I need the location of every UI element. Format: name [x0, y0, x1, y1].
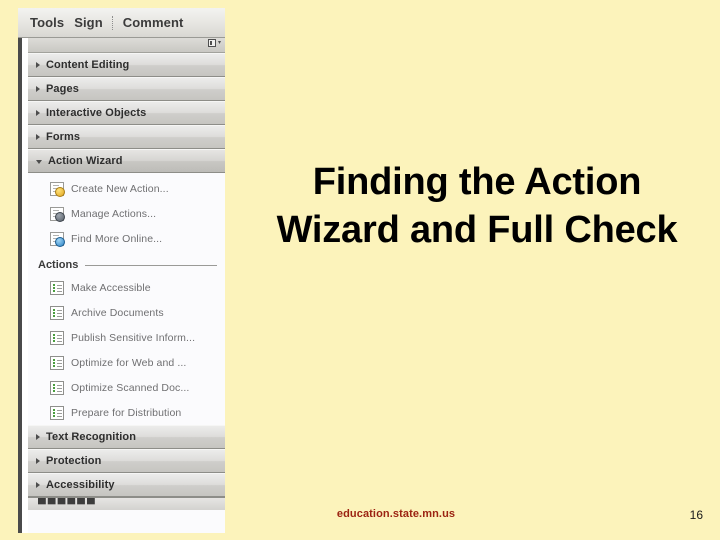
panel-category-label: Pages	[46, 83, 79, 95]
panel-category-label: Accessibility	[46, 479, 115, 491]
chevron-right-icon	[36, 110, 40, 116]
acrobat-menubar: Tools Sign Comment	[18, 8, 225, 38]
panel-options-icon[interactable]: ▾	[207, 39, 221, 47]
panel-category-label: Text Recognition	[46, 431, 137, 443]
panel-category-label: Forms	[46, 131, 81, 143]
panel-category-label: Protection	[46, 455, 102, 467]
panel-category-label: Content Editing	[46, 59, 130, 71]
action-archive-documents[interactable]: Archive Documents	[28, 300, 225, 325]
action-optimize-for-web-and-mobile[interactable]: Optimize for Web and ...	[28, 350, 225, 375]
panel-category-protection[interactable]: Protection	[28, 449, 225, 473]
action-label: Make Accessible	[71, 281, 151, 294]
chevron-down-icon: ▾	[217, 40, 221, 46]
footer-url: education.state.mn.us	[336, 508, 456, 520]
menu-item-tools[interactable]: Tools	[25, 15, 69, 30]
action-item-icon	[50, 305, 64, 320]
chevron-right-icon	[36, 134, 40, 140]
menu-item-sign[interactable]: Sign	[69, 15, 108, 30]
panel-clipped-row: ██████	[28, 497, 225, 510]
panel-body: ▾ Content Editing Pages Interactive Obje…	[28, 38, 225, 533]
find-more-online-icon	[50, 231, 65, 247]
tools-panel: ▾ Content Editing Pages Interactive Obje…	[18, 38, 225, 533]
section-divider	[85, 264, 217, 266]
clipped-row-text: ██████	[38, 497, 97, 504]
action-prepare-for-distribution[interactable]: Prepare for Distribution	[28, 400, 225, 425]
action-optimize-scanned-document[interactable]: Optimize Scanned Doc...	[28, 375, 225, 400]
command-create-new-action[interactable]: Create New Action...	[28, 176, 225, 201]
menu-item-comment[interactable]: Comment	[118, 15, 189, 30]
page-number: 16	[689, 508, 703, 522]
menubar-divider	[111, 15, 114, 30]
chevron-right-icon	[36, 482, 40, 488]
action-item-icon	[50, 355, 64, 370]
chevron-down-icon	[36, 160, 42, 164]
action-item-icon	[50, 405, 64, 420]
action-label: Optimize Scanned Doc...	[71, 381, 190, 394]
create-new-action-icon	[50, 181, 65, 197]
action-make-accessible[interactable]: Make Accessible	[28, 275, 225, 300]
panel-category-action-wizard[interactable]: Action Wizard	[28, 149, 225, 173]
action-label: Prepare for Distribution	[71, 406, 182, 419]
actions-section-header: Actions	[28, 255, 225, 275]
action-label: Publish Sensitive Inform...	[71, 331, 196, 344]
panel-category-accessibility[interactable]: Accessibility	[28, 473, 225, 497]
globe-badge-icon	[55, 236, 65, 247]
command-manage-actions[interactable]: Manage Actions...	[28, 201, 225, 226]
command-label: Manage Actions...	[71, 207, 157, 220]
command-label: Create New Action...	[71, 182, 169, 195]
chevron-right-icon	[36, 434, 40, 440]
actions-section-label: Actions	[38, 259, 79, 271]
panel-category-forms[interactable]: Forms	[28, 125, 225, 149]
manage-actions-icon	[50, 206, 65, 222]
action-item-icon	[50, 330, 64, 345]
page-title: Finding the Action Wizard and Full Check	[276, 161, 678, 252]
action-label: Optimize for Web and ...	[71, 356, 187, 369]
panel-options-glyph	[207, 39, 216, 47]
chevron-right-icon	[36, 62, 40, 68]
action-item-icon	[50, 280, 64, 295]
panel-category-label: Interactive Objects	[46, 107, 147, 119]
panel-category-text-recognition[interactable]: Text Recognition	[28, 425, 225, 449]
slide-canvas: Tools Sign Comment ▾ Content Editing Pag…	[0, 0, 720, 540]
action-label: Archive Documents	[71, 306, 164, 319]
chevron-right-icon	[36, 86, 40, 92]
command-label: Find More Online...	[71, 232, 163, 245]
gold-gear-badge-icon	[55, 186, 65, 197]
action-item-icon	[50, 380, 64, 395]
panel-category-content-editing[interactable]: Content Editing	[28, 53, 225, 77]
action-publish-sensitive-information[interactable]: Publish Sensitive Inform...	[28, 325, 225, 350]
gear-badge-icon	[55, 211, 65, 222]
panel-category-label: Action Wizard	[48, 155, 123, 167]
panel-category-pages[interactable]: Pages	[28, 77, 225, 101]
acrobat-tools-panel-screenshot: Tools Sign Comment ▾ Content Editing Pag…	[18, 8, 225, 533]
panel-options-bar: ▾	[28, 38, 225, 53]
action-wizard-content: Create New Action... Manage Actions... F…	[28, 173, 225, 425]
command-find-more-online[interactable]: Find More Online...	[28, 226, 225, 251]
chevron-right-icon	[36, 458, 40, 464]
panel-category-interactive-objects[interactable]: Interactive Objects	[28, 101, 225, 125]
